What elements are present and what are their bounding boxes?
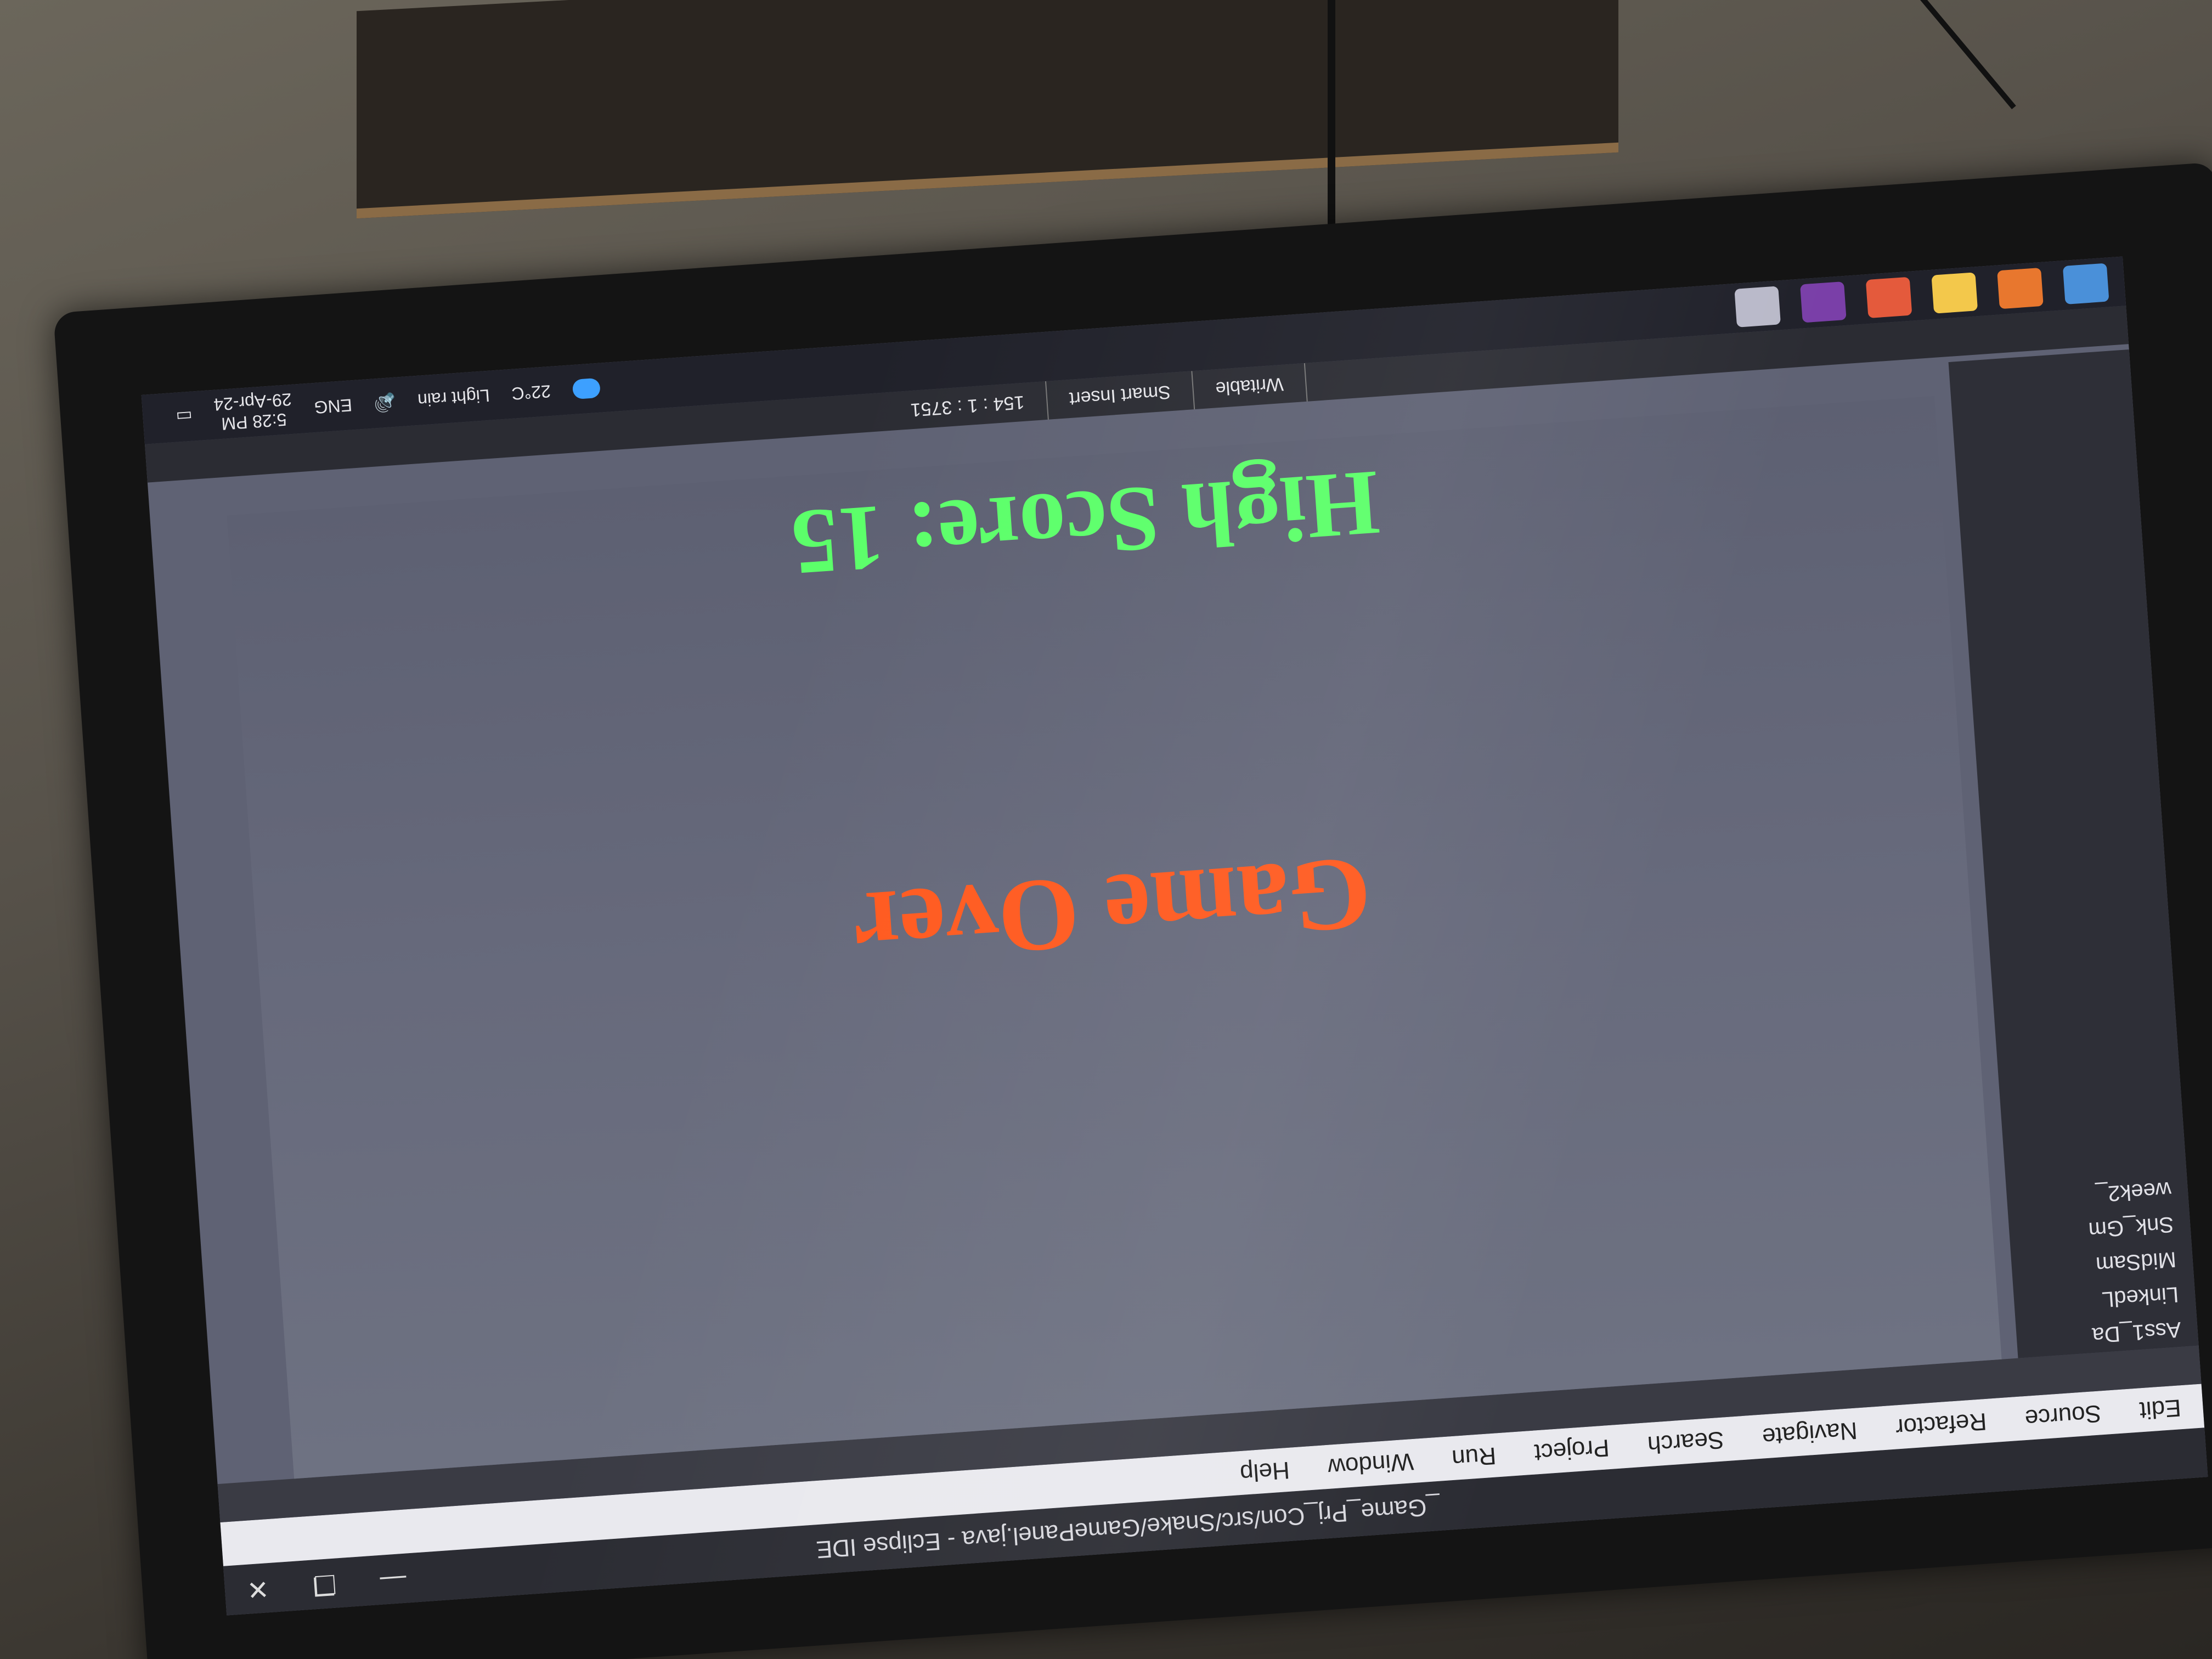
- menu-window[interactable]: Window: [1327, 1447, 1415, 1481]
- snake-game-icon[interactable]: [1734, 286, 1781, 328]
- chrome-icon[interactable]: [1997, 267, 2044, 309]
- monitor-screen: _Game_Prj_Con/src/Snake/GamePanel.java -…: [141, 256, 2208, 1616]
- eclipse-icon[interactable]: [1800, 281, 1847, 323]
- close-button[interactable]: ✕: [245, 1563, 270, 1614]
- minimize-button[interactable]: —: [379, 1554, 408, 1605]
- notification-icon[interactable]: ▭: [175, 406, 193, 428]
- menu-edit[interactable]: Edit: [2138, 1393, 2182, 1424]
- menu-help[interactable]: Help: [1239, 1456, 1291, 1487]
- menu-project[interactable]: Project: [1533, 1434, 1610, 1466]
- weather-desc: Light rain: [417, 386, 490, 411]
- upside-down-display: _Game_Prj_Con/src/Snake/GamePanel.java -…: [141, 256, 2208, 1616]
- status-writable: Writable: [1192, 363, 1308, 410]
- ceiling-panel: [357, 0, 1618, 219]
- weather-temp: 22°C: [511, 381, 552, 404]
- wall-cable: [1920, 0, 2016, 110]
- office-icon[interactable]: [1865, 276, 1912, 319]
- photo-scene: _Game_Prj_Con/src/Snake/GamePanel.java -…: [0, 0, 2212, 1659]
- game-over-text: Game Over: [850, 835, 1375, 986]
- folder-icon[interactable]: [1931, 272, 1978, 314]
- menu-source[interactable]: Source: [2024, 1399, 2102, 1432]
- power-cable: [1328, 0, 1335, 252]
- volume-icon[interactable]: 🔊: [373, 392, 396, 414]
- monitor: _Game_Prj_Con/src/Snake/GamePanel.java -…: [53, 162, 2212, 1659]
- restore-button[interactable]: ❐: [311, 1559, 338, 1610]
- file-explorer-icon[interactable]: [2062, 263, 2109, 304]
- menu-run[interactable]: Run: [1451, 1442, 1497, 1472]
- language-indicator[interactable]: ENG: [313, 395, 353, 418]
- menu-navigate[interactable]: Navigate: [1761, 1416, 1858, 1450]
- weather-icon[interactable]: [572, 377, 601, 400]
- menu-refactor[interactable]: Refactor: [1894, 1407, 1988, 1441]
- menu-search[interactable]: Search: [1646, 1425, 1725, 1458]
- tray-clock[interactable]: 5:28 PM 29-Apr-24: [213, 390, 294, 435]
- game-panel[interactable]: Game Over High Score: 15: [227, 396, 2002, 1479]
